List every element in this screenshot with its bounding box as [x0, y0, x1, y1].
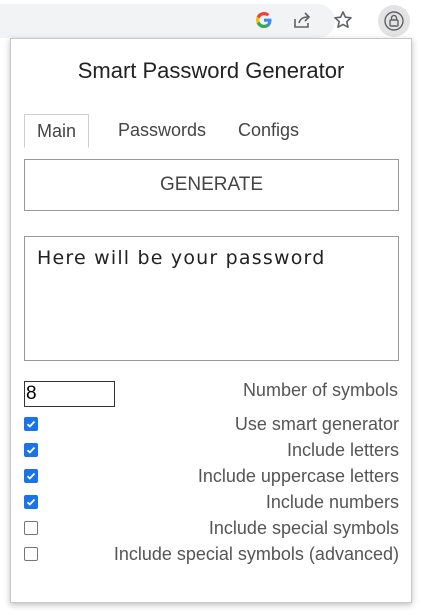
- symbols-count-label: Number of symbols: [242, 380, 398, 400]
- password-output[interactable]: Here will be your password: [24, 236, 399, 361]
- option-label: Include uppercase letters: [197, 466, 399, 486]
- option-special-symbols: Include special symbols: [24, 517, 399, 539]
- special-symbols-advanced-checkbox[interactable]: [24, 547, 38, 561]
- extension-popup: Smart Password Generator Main Passwords …: [10, 38, 412, 603]
- tab-main[interactable]: Main: [24, 114, 90, 148]
- include-letters-checkbox[interactable]: [24, 443, 38, 457]
- browser-toolbar: [0, 0, 421, 42]
- option-label: Include special symbols: [208, 518, 399, 538]
- share-icon[interactable]: [291, 9, 313, 31]
- tab-passwords[interactable]: Passwords: [106, 114, 218, 148]
- popup-title: Smart Password Generator: [77, 58, 345, 83]
- google-g-icon[interactable]: [253, 9, 275, 31]
- star-icon[interactable]: [332, 9, 354, 31]
- extension-icon[interactable]: [378, 5, 410, 37]
- option-label: Include special symbols (advanced): [113, 544, 399, 564]
- option-special-symbols-advanced: Include special symbols (advanced): [24, 543, 399, 565]
- include-uppercase-checkbox[interactable]: [24, 469, 38, 483]
- option-include-numbers: Include numbers: [24, 491, 399, 513]
- option-smart-generator: Use smart generator: [24, 413, 399, 435]
- symbols-count-input[interactable]: [24, 381, 115, 407]
- option-label: Include letters: [286, 440, 399, 460]
- option-label: Include numbers: [265, 492, 399, 512]
- option-label: Use smart generator: [234, 414, 399, 434]
- include-numbers-checkbox[interactable]: [24, 495, 38, 509]
- special-symbols-checkbox[interactable]: [24, 521, 38, 535]
- smart-generator-checkbox[interactable]: [24, 417, 38, 431]
- option-include-uppercase: Include uppercase letters: [24, 465, 399, 487]
- tab-configs[interactable]: Configs: [226, 114, 311, 148]
- option-include-letters: Include letters: [24, 439, 399, 461]
- generate-button[interactable]: GENERATE: [24, 159, 399, 211]
- address-bar[interactable]: [0, 4, 335, 38]
